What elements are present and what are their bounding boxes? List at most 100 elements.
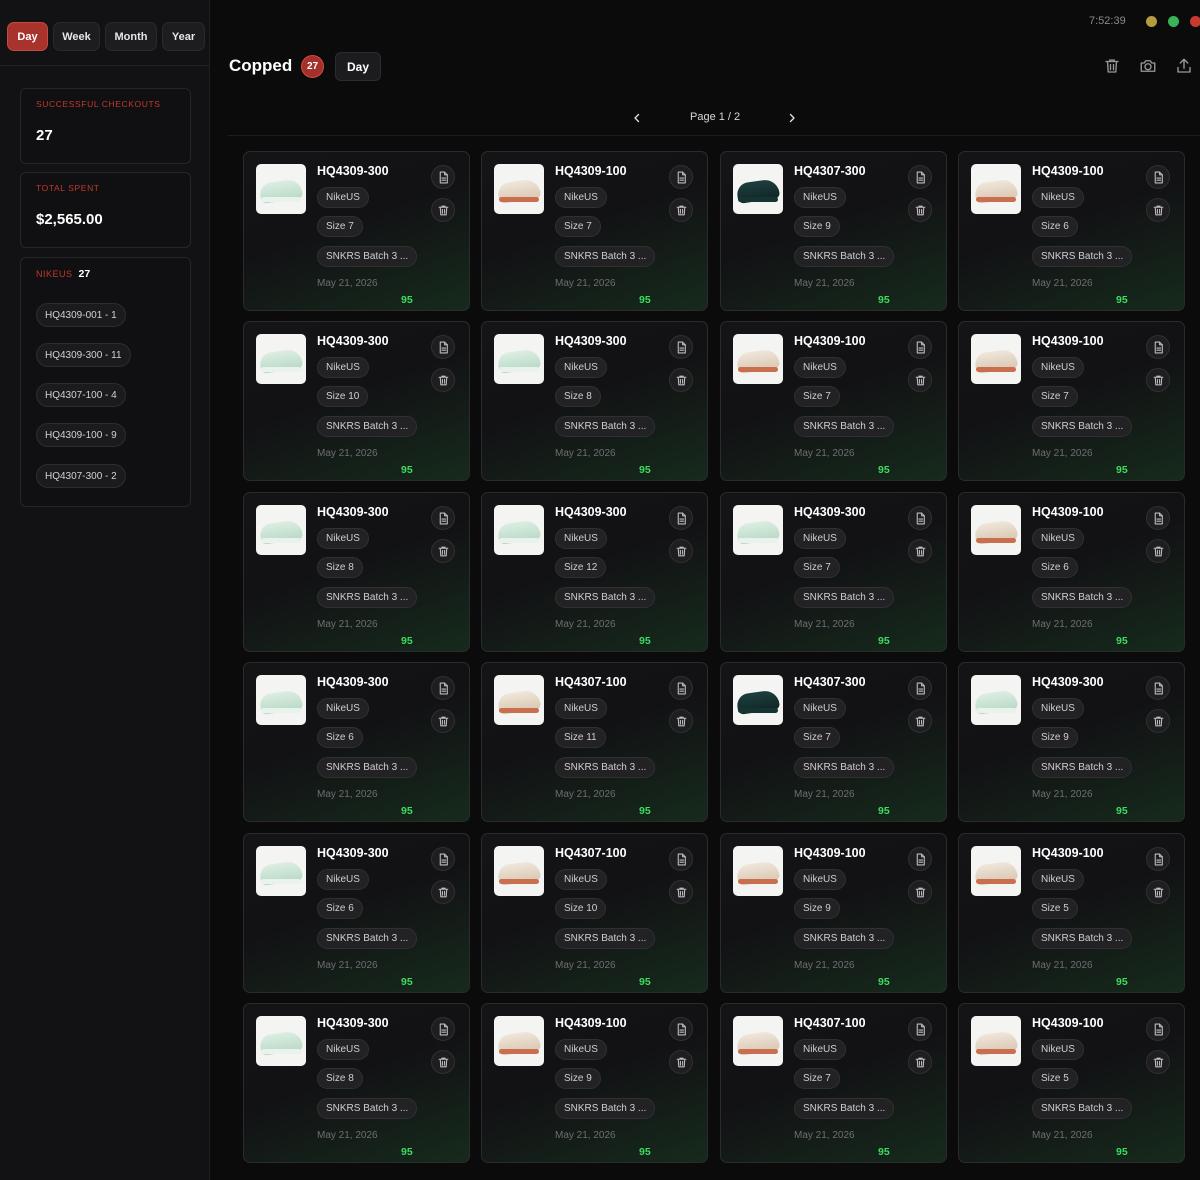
document-icon[interactable] [669,165,693,189]
sku-chip[interactable]: HQ4309-001 - 1 [36,303,126,327]
card-batch-chip: SNKRS Batch 3 ... [317,246,418,267]
document-icon[interactable] [669,676,693,700]
document-icon[interactable] [431,1017,455,1041]
checkout-card[interactable]: HQ4309-100 NikeUS Size 7 SNKRS Batch 3 .… [720,321,947,481]
checkout-card[interactable]: HQ4309-300 NikeUS Size 8 SNKRS Batch 3 .… [243,1003,470,1163]
checkout-card[interactable]: HQ4309-300 NikeUS Size 9 SNKRS Batch 3 .… [958,662,1185,822]
checkout-card[interactable]: HQ4309-300 NikeUS Size 8 SNKRS Batch 3 .… [243,492,470,652]
tab-week[interactable]: Week [53,22,100,51]
document-icon[interactable] [908,165,932,189]
checkout-card[interactable]: HQ4309-100 NikeUS Size 9 SNKRS Batch 3 .… [481,1003,708,1163]
chevron-left-icon[interactable] [627,108,647,128]
checkout-card[interactable]: HQ4309-100 NikeUS Size 9 SNKRS Batch 3 .… [720,833,947,993]
document-icon[interactable] [431,676,455,700]
checkout-card[interactable]: HQ4307-100 NikeUS Size 11 SNKRS Batch 3 … [481,662,708,822]
chevron-right-icon[interactable] [782,108,802,128]
checkout-card[interactable]: HQ4309-100 NikeUS Size 6 SNKRS Batch 3 .… [958,492,1185,652]
trash-icon[interactable] [908,880,932,904]
document-icon[interactable] [908,506,932,530]
checkout-card[interactable]: HQ4309-100 NikeUS Size 5 SNKRS Batch 3 .… [958,1003,1185,1163]
card-batch-chip: SNKRS Batch 3 ... [317,1098,418,1119]
trash-icon[interactable] [1146,368,1170,392]
trash-icon[interactable] [1146,880,1170,904]
trash-icon[interactable] [908,1050,932,1074]
tab-day[interactable]: Day [7,22,48,51]
card-date: May 21, 2026 [555,448,616,459]
checkout-card[interactable]: HQ4309-300 NikeUS Size 7 SNKRS Batch 3 .… [243,151,470,311]
document-icon[interactable] [669,1017,693,1041]
checkout-card[interactable]: HQ4309-300 NikeUS Size 8 SNKRS Batch 3 .… [481,321,708,481]
product-image [971,334,1021,384]
card-size-chip: Size 9 [1032,727,1078,748]
document-icon[interactable] [669,335,693,359]
tab-year[interactable]: Year [162,22,205,51]
checkout-card[interactable]: HQ4309-300 NikeUS Size 12 SNKRS Batch 3 … [481,492,708,652]
checkout-card[interactable]: HQ4309-100 NikeUS Size 6 SNKRS Batch 3 .… [958,151,1185,311]
document-icon[interactable] [1146,335,1170,359]
sku-chip[interactable]: HQ4307-100 - 4 [36,383,126,407]
document-icon[interactable] [431,165,455,189]
sku-chip[interactable]: HQ4309-100 - 9 [36,423,126,447]
trash-icon[interactable] [431,368,455,392]
checkout-card[interactable]: HQ4307-300 NikeUS Size 7 SNKRS Batch 3 .… [720,662,947,822]
checkout-card[interactable]: HQ4307-100 NikeUS Size 10 SNKRS Batch 3 … [481,833,708,993]
trash-icon[interactable] [669,198,693,222]
trash-icon[interactable] [1146,539,1170,563]
shoe-sole [499,1049,539,1054]
document-icon[interactable] [1146,506,1170,530]
checkout-card[interactable]: HQ4309-300 NikeUS Size 6 SNKRS Batch 3 .… [243,833,470,993]
document-icon[interactable] [669,506,693,530]
trash-icon[interactable] [431,709,455,733]
document-icon[interactable] [908,676,932,700]
document-icon[interactable] [431,335,455,359]
document-icon[interactable] [1146,847,1170,871]
camera-icon[interactable] [1138,56,1158,76]
document-icon[interactable] [431,847,455,871]
sku-chip[interactable]: HQ4309-300 - 11 [36,343,131,367]
maximize-button[interactable] [1168,16,1179,27]
document-icon[interactable] [669,847,693,871]
checkout-card[interactable]: HQ4307-300 NikeUS Size 9 SNKRS Batch 3 .… [720,151,947,311]
document-icon[interactable] [908,1017,932,1041]
close-button[interactable] [1190,16,1200,27]
sidebar-divider [0,65,209,66]
trash-icon[interactable] [908,709,932,733]
document-icon[interactable] [431,506,455,530]
trash-icon[interactable] [1102,56,1122,76]
trash-icon[interactable] [431,198,455,222]
document-icon[interactable] [908,335,932,359]
checkout-card[interactable]: HQ4309-300 NikeUS Size 7 SNKRS Batch 3 .… [720,492,947,652]
checkout-card[interactable]: HQ4309-100 NikeUS Size 7 SNKRS Batch 3 .… [958,321,1185,481]
trash-icon[interactable] [669,539,693,563]
minimize-button[interactable] [1146,16,1157,27]
trash-icon[interactable] [1146,709,1170,733]
document-icon[interactable] [1146,676,1170,700]
trash-icon[interactable] [1146,1050,1170,1074]
card-site-chip: NikeUS [1032,187,1084,208]
trash-icon[interactable] [669,709,693,733]
shoe-sole [976,879,1016,884]
trash-icon[interactable] [431,539,455,563]
checkout-card[interactable]: HQ4309-100 NikeUS Size 5 SNKRS Batch 3 .… [958,833,1185,993]
checkout-card[interactable]: HQ4309-100 NikeUS Size 7 SNKRS Batch 3 .… [481,151,708,311]
document-icon[interactable] [1146,1017,1170,1041]
checkout-card[interactable]: HQ4307-100 NikeUS Size 7 SNKRS Batch 3 .… [720,1003,947,1163]
trash-icon[interactable] [908,539,932,563]
upload-icon[interactable] [1174,56,1194,76]
trash-icon[interactable] [431,880,455,904]
trash-icon[interactable] [669,368,693,392]
checkout-card[interactable]: HQ4309-300 NikeUS Size 6 SNKRS Batch 3 .… [243,662,470,822]
range-pill[interactable]: Day [335,52,381,81]
checkout-card[interactable]: HQ4309-300 NikeUS Size 10 SNKRS Batch 3 … [243,321,470,481]
trash-icon[interactable] [908,368,932,392]
card-sku: HQ4309-300 [317,1016,389,1030]
trash-icon[interactable] [669,1050,693,1074]
trash-icon[interactable] [908,198,932,222]
trash-icon[interactable] [1146,198,1170,222]
trash-icon[interactable] [431,1050,455,1074]
tab-month[interactable]: Month [105,22,157,51]
document-icon[interactable] [1146,165,1170,189]
sku-chip[interactable]: HQ4307-300 - 2 [36,464,126,488]
trash-icon[interactable] [669,880,693,904]
document-icon[interactable] [908,847,932,871]
